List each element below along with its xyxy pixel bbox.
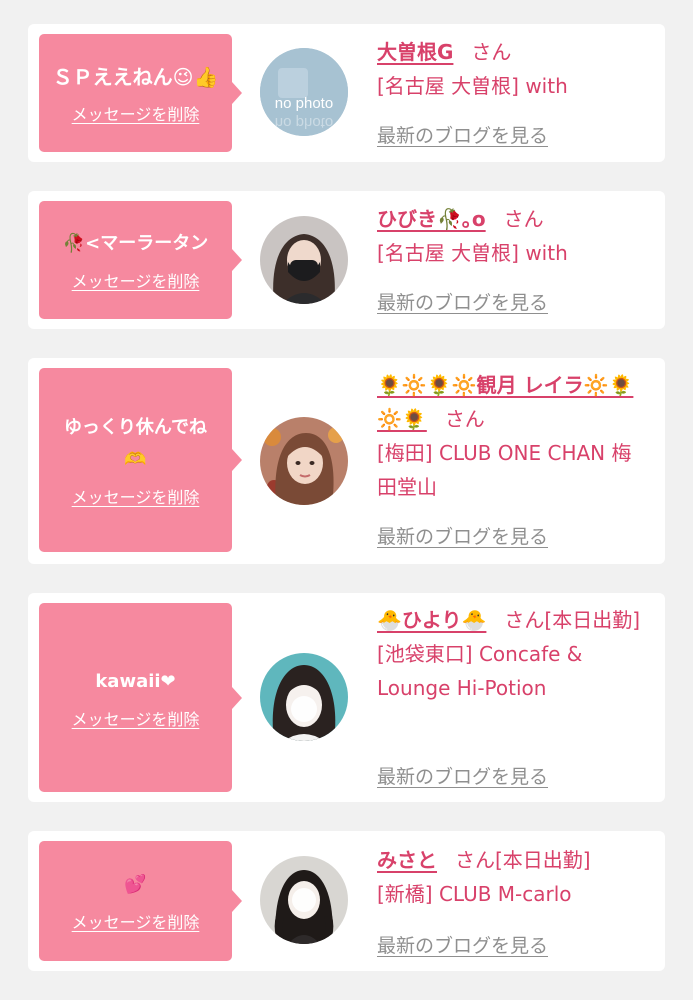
latest-blog-link[interactable]: 最新のブログを見る <box>377 288 548 315</box>
message-bubble: ゆっくり休んでね🫶 メッセージを削除 <box>39 368 242 552</box>
honorific: さん <box>503 207 544 231</box>
shop-name: [新橋] CLUB M-carlo <box>377 882 572 906</box>
attendance-badge: [本日出勤] <box>495 848 591 872</box>
message-bubble: kawaii❤ メッセージを削除 <box>39 603 242 792</box>
shop-name: [名古屋 大曽根] with <box>377 74 568 98</box>
avatar[interactable] <box>260 653 348 741</box>
cast-name-link[interactable]: みさと <box>377 848 437 872</box>
message-bubble: ＳＰええねん😉👍 メッセージを削除 <box>39 34 242 152</box>
svg-text:no photo: no photo <box>275 114 333 131</box>
delete-message-link[interactable]: メッセージを削除 <box>72 909 200 933</box>
delete-message-link[interactable]: メッセージを削除 <box>72 268 200 292</box>
delete-message-link[interactable]: メッセージを削除 <box>72 706 200 730</box>
no-photo-icon: no photo no photo <box>260 48 348 136</box>
cast-info: みさと さん[本日出勤] [新橋] CLUB M-carlo <box>377 843 657 911</box>
message-card: kawaii❤ メッセージを削除 🐣ひより🐣 さん[本日出勤] [池袋東口] Co… <box>28 593 665 802</box>
message-text: kawaii❤ <box>95 670 176 692</box>
cast-name-link[interactable]: 🌻🔆🌻🔆観月 レイラ🔆🌻🔆🌻 <box>377 373 633 431</box>
shop-name: [名古屋 大曽根] with <box>377 241 568 265</box>
profile-photo <box>260 216 348 304</box>
latest-blog-link[interactable]: 最新のブログを見る <box>377 121 548 148</box>
svg-text:no photo: no photo <box>275 95 333 112</box>
honorific: さん <box>504 608 545 632</box>
message-card: ＳＰええねん😉👍 メッセージを削除 no photo no photo 大曽根G… <box>28 24 665 162</box>
cast-info: ひびき🥀｡o さん [名古屋 大曽根] with <box>377 202 657 270</box>
latest-blog-link[interactable]: 最新のブログを見る <box>377 931 548 958</box>
profile-photo <box>260 417 348 505</box>
shop-name: [池袋東口] Concafe & Lounge Hi-Potion <box>377 642 583 700</box>
message-bubble: 💕 メッセージを削除 <box>39 841 242 961</box>
avatar[interactable]: no photo no photo <box>260 48 348 136</box>
honorific: さん <box>455 848 495 872</box>
profile-photo <box>260 653 348 741</box>
cast-info: 🐣ひより🐣 さん[本日出勤] [池袋東口] Concafe & Lounge Hi… <box>377 603 657 705</box>
message-card: 🥀<マーラータン メッセージを削除 ひびき🥀｡o さん [名古屋 大曽根] wit… <box>28 191 665 329</box>
avatar[interactable] <box>260 856 348 944</box>
cast-name-link[interactable]: 大曽根G <box>377 40 453 64</box>
honorific: さん <box>471 40 512 64</box>
avatar[interactable] <box>260 417 348 505</box>
honorific: さん <box>444 407 485 431</box>
latest-blog-link[interactable]: 最新のブログを見る <box>377 762 548 789</box>
shop-name: [梅田] CLUB ONE CHAN 梅田堂山 <box>377 441 632 499</box>
message-text: ＳＰええねん😉👍 <box>52 65 219 89</box>
message-text: 🥀<マーラータン <box>62 233 209 254</box>
profile-photo <box>260 856 348 944</box>
cast-name-link[interactable]: ひびき🥀｡o <box>377 207 486 231</box>
message-text: 💕 <box>124 874 147 895</box>
message-bubble: 🥀<マーラータン メッセージを削除 <box>39 201 242 319</box>
avatar[interactable] <box>260 216 348 304</box>
cast-info: 大曽根G さん [名古屋 大曽根] with <box>377 35 657 103</box>
latest-blog-link[interactable]: 最新のブログを見る <box>377 522 548 549</box>
message-card: 💕 メッセージを削除 みさと さん[本日出勤] [新橋] CLUB M-carlo… <box>28 831 665 971</box>
delete-message-link[interactable]: メッセージを削除 <box>72 484 200 508</box>
cast-name-link[interactable]: 🐣ひより🐣 <box>377 608 486 632</box>
message-card: ゆっくり休んでね🫶 メッセージを削除 🌻🔆🌻🔆観月 レイラ🔆🌻🔆🌻 さん [梅田]… <box>28 358 665 564</box>
attendance-badge: [本日出勤] <box>544 608 641 632</box>
delete-message-link[interactable]: メッセージを削除 <box>72 101 200 125</box>
message-text: ゆっくり休んでね🫶 <box>63 417 208 470</box>
cast-info: 🌻🔆🌻🔆観月 レイラ🔆🌻🔆🌻 さん [梅田] CLUB ONE CHAN 梅田堂山 <box>377 368 657 504</box>
